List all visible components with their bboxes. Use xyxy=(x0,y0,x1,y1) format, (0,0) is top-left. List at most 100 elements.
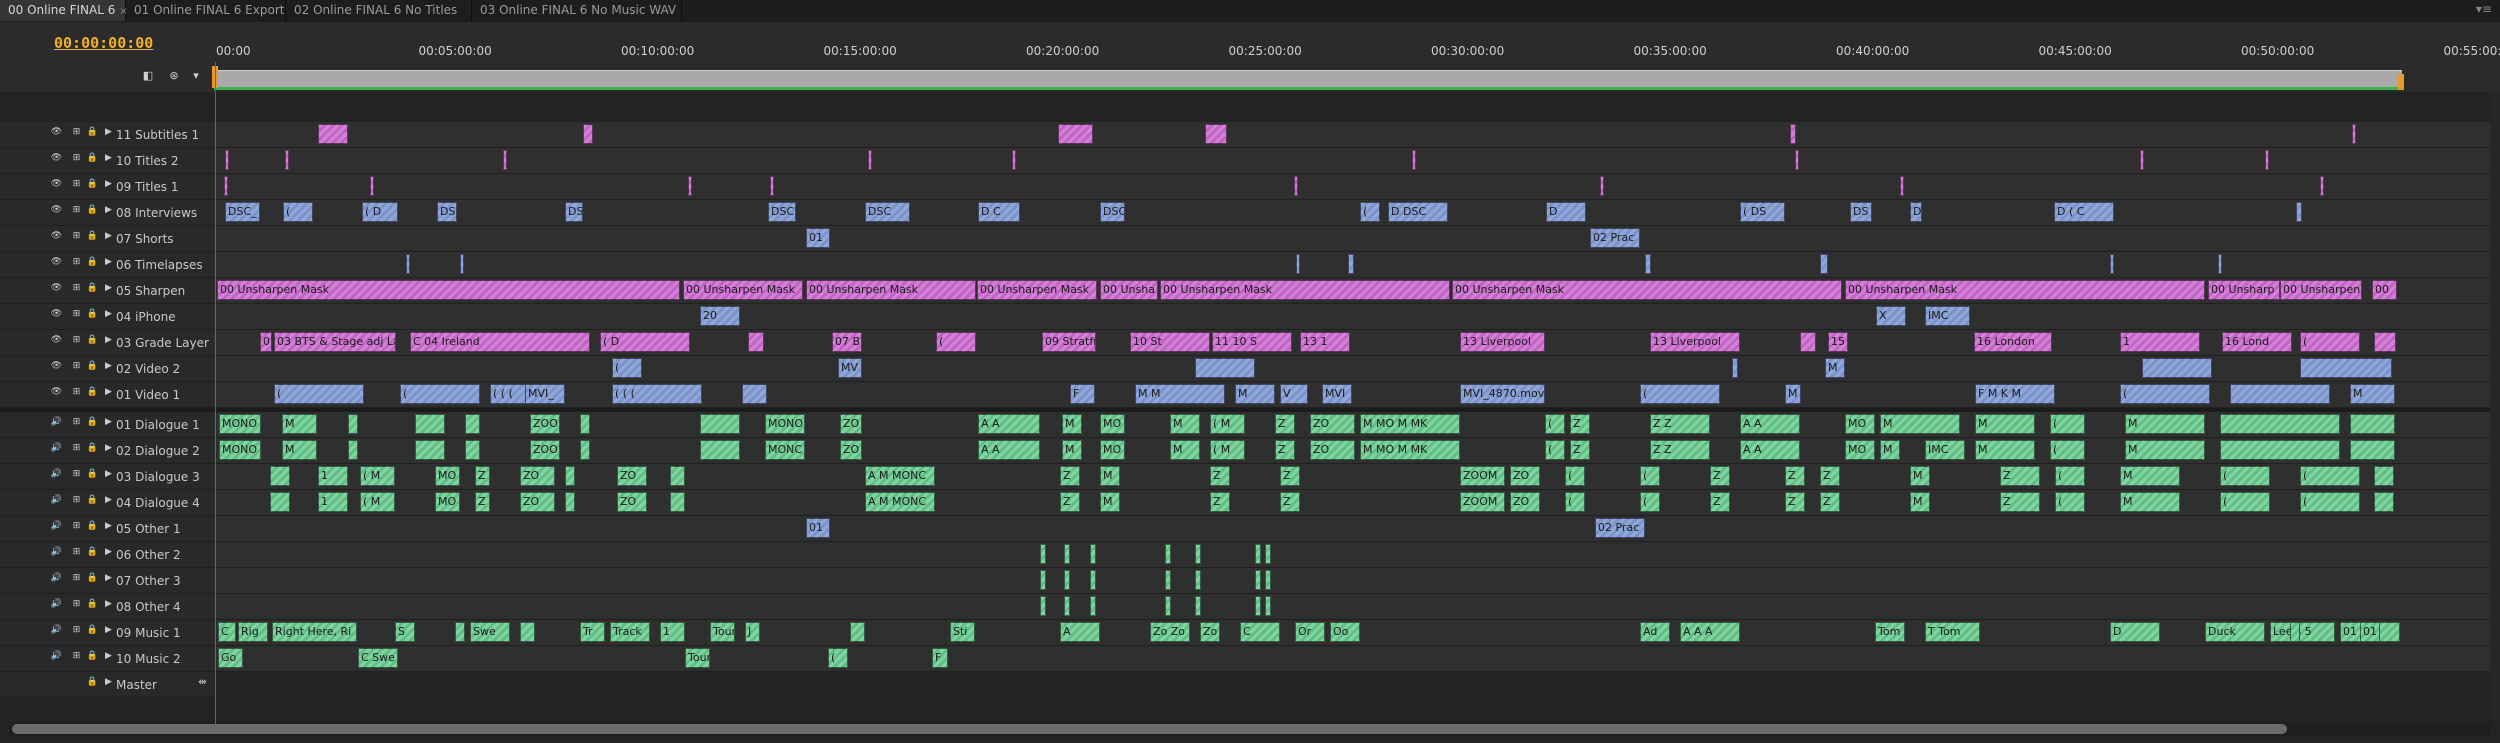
tab-00-online-final-6[interactable]: 00 Online FINAL 6 × xyxy=(0,0,128,21)
timeline-clip[interactable]: Right Here, Ri xyxy=(272,622,357,642)
timeline-clip[interactable]: ZOO xyxy=(530,414,560,434)
timeline-clip[interactable] xyxy=(1790,124,1796,144)
timeline-clip[interactable] xyxy=(348,414,358,434)
timeline-clip[interactable]: IMC xyxy=(1925,306,1970,326)
timeline-clip[interactable]: DSC_ xyxy=(225,202,260,222)
timeline-clip[interactable]: 15 xyxy=(1828,332,1848,352)
timeline-clip[interactable] xyxy=(270,466,290,486)
timeline-clip[interactable]: 00 Unsharpen Mask xyxy=(1452,280,1842,300)
track-lane[interactable] xyxy=(214,174,2492,200)
timeline-clip[interactable]: C Swe xyxy=(358,648,398,668)
sync-lock-icon[interactable]: ⊞ xyxy=(70,335,83,345)
speaker-icon[interactable]: 🔊 xyxy=(50,625,63,635)
timeline-clip[interactable]: Z Z xyxy=(1650,440,1710,460)
track-lane[interactable] xyxy=(214,122,2492,148)
timeline-clip[interactable]: A A xyxy=(978,440,1040,460)
timeline-clip[interactable]: Z xyxy=(1570,440,1590,460)
lock-icon[interactable]: 🔒 xyxy=(86,205,99,215)
sync-lock-icon[interactable]: ⊞ xyxy=(70,599,83,609)
timeline-clip[interactable]: 1 xyxy=(660,622,685,642)
timeline-clip[interactable] xyxy=(1195,596,1201,616)
timeline-clip[interactable]: ( xyxy=(2050,440,2085,460)
timeline-clip[interactable] xyxy=(1040,570,1046,590)
timeline-clip[interactable]: 11 10 S xyxy=(1212,332,1292,352)
timeline-clip[interactable] xyxy=(770,176,774,196)
timeline-clip[interactable]: MONO xyxy=(765,414,805,434)
timeline-clip[interactable] xyxy=(1090,570,1096,590)
work-area-end-handle[interactable] xyxy=(2398,74,2404,90)
timeline-clip[interactable]: 03 BTS & Stage adj La xyxy=(274,332,396,352)
timeline-clip[interactable]: M xyxy=(1785,384,1801,404)
timeline-clip[interactable] xyxy=(2374,332,2396,352)
timeline-clip[interactable] xyxy=(688,176,692,196)
speaker-icon[interactable]: 🔊 xyxy=(50,495,63,505)
lock-icon[interactable]: 🔒 xyxy=(86,309,99,319)
playhead[interactable] xyxy=(215,62,216,726)
timeline-clip[interactable]: X xyxy=(1876,306,1906,326)
timeline-clip[interactable]: M xyxy=(1880,414,1960,434)
sync-lock-icon[interactable]: ⊞ xyxy=(70,309,83,319)
timeline-clip[interactable] xyxy=(2352,124,2356,144)
timeline-clip[interactable]: DS xyxy=(565,202,583,222)
sync-lock-icon[interactable]: ⊞ xyxy=(70,153,83,163)
timeline-clip[interactable]: M xyxy=(1235,384,1275,404)
timeline-clip[interactable]: Z xyxy=(2000,466,2040,486)
timeline-clip[interactable] xyxy=(700,414,740,434)
timeline-clip[interactable]: ZO xyxy=(617,466,647,486)
timeline-clip[interactable] xyxy=(503,150,507,170)
timeline-clip[interactable]: D ( C xyxy=(2054,202,2114,222)
timeline-clip[interactable]: MO xyxy=(435,466,460,486)
track-lane[interactable] xyxy=(214,568,2492,594)
timeline-clip[interactable]: ZOO xyxy=(530,440,560,460)
sync-lock-icon[interactable]: ⊞ xyxy=(70,387,83,397)
timeline-clip[interactable]: Sti xyxy=(950,622,975,642)
timeline-clip[interactable]: 16 Lond xyxy=(2222,332,2292,352)
timeline-clip[interactable] xyxy=(1165,596,1171,616)
timeline-clip[interactable] xyxy=(1058,124,1093,144)
eye-icon[interactable]: 👁 xyxy=(50,387,63,397)
timeline-clip[interactable] xyxy=(850,622,865,642)
timeline-clip[interactable] xyxy=(225,150,229,170)
timeline-clip[interactable]: C xyxy=(1240,622,1280,642)
timeline-clip[interactable]: Z xyxy=(1210,492,1230,512)
timeline-clip[interactable]: ( M xyxy=(360,492,395,512)
timeline-clip[interactable]: D xyxy=(1910,202,1922,222)
timeline-clip[interactable] xyxy=(1795,150,1799,170)
timeline-clip[interactable]: A M MONC xyxy=(865,466,935,486)
panel-menu-icon[interactable]: ▾≡ xyxy=(2476,2,2492,16)
expand-triangle-icon[interactable]: ▶ xyxy=(102,677,115,687)
sync-lock-icon[interactable]: ⊞ xyxy=(70,443,83,453)
timeline-clip[interactable]: Duck xyxy=(2205,622,2265,642)
timeline-clip[interactable]: MO xyxy=(1845,440,1875,460)
timeline-clip[interactable]: DSC xyxy=(437,202,457,222)
timeline-clip[interactable]: M M xyxy=(1135,384,1225,404)
timeline-clip[interactable]: ( xyxy=(1640,492,1660,512)
speaker-icon[interactable]: 🔊 xyxy=(50,417,63,427)
timeline-clip[interactable]: ZO xyxy=(520,466,555,486)
timeline-clip[interactable]: A A A xyxy=(1680,622,1740,642)
timeline-clip[interactable]: M xyxy=(2125,440,2205,460)
lock-icon[interactable]: 🔒 xyxy=(86,387,99,397)
sync-lock-icon[interactable]: ⊞ xyxy=(70,521,83,531)
timeline-clip[interactable]: M xyxy=(1100,466,1120,486)
eye-icon[interactable]: 👁 xyxy=(50,257,63,267)
timeline-clip[interactable]: Lee's 5 xyxy=(2270,622,2335,642)
timeline-clip[interactable]: T Tom xyxy=(1925,622,1980,642)
timeline-clip[interactable]: 00 Unsharpen Mask xyxy=(1160,280,1450,300)
lock-icon[interactable]: 🔒 xyxy=(86,127,99,137)
timeline-clip[interactable] xyxy=(1195,358,1255,378)
timeline-clip[interactable]: 00 Unsharpen Mask xyxy=(217,280,680,300)
timeline-clip[interactable]: S xyxy=(395,622,415,642)
timeline-clip[interactable]: D C xyxy=(978,202,1020,222)
sync-lock-icon[interactable]: ⊞ xyxy=(70,417,83,427)
timeline-clip[interactable]: M xyxy=(1975,414,2035,434)
timeline-clip[interactable] xyxy=(742,384,767,404)
lock-icon[interactable]: 🔒 xyxy=(86,547,99,557)
timeline-clip[interactable]: Swe xyxy=(470,622,510,642)
expand-triangle-icon[interactable]: ▶ xyxy=(102,495,115,505)
sync-lock-icon[interactable]: ⊞ xyxy=(70,127,83,137)
timeline-clip[interactable]: 01 xyxy=(2360,622,2380,642)
timeline-clip[interactable]: ( xyxy=(828,648,848,668)
timeline-clip[interactable] xyxy=(2320,176,2324,196)
timeline-clip[interactable]: ( xyxy=(2220,466,2270,486)
